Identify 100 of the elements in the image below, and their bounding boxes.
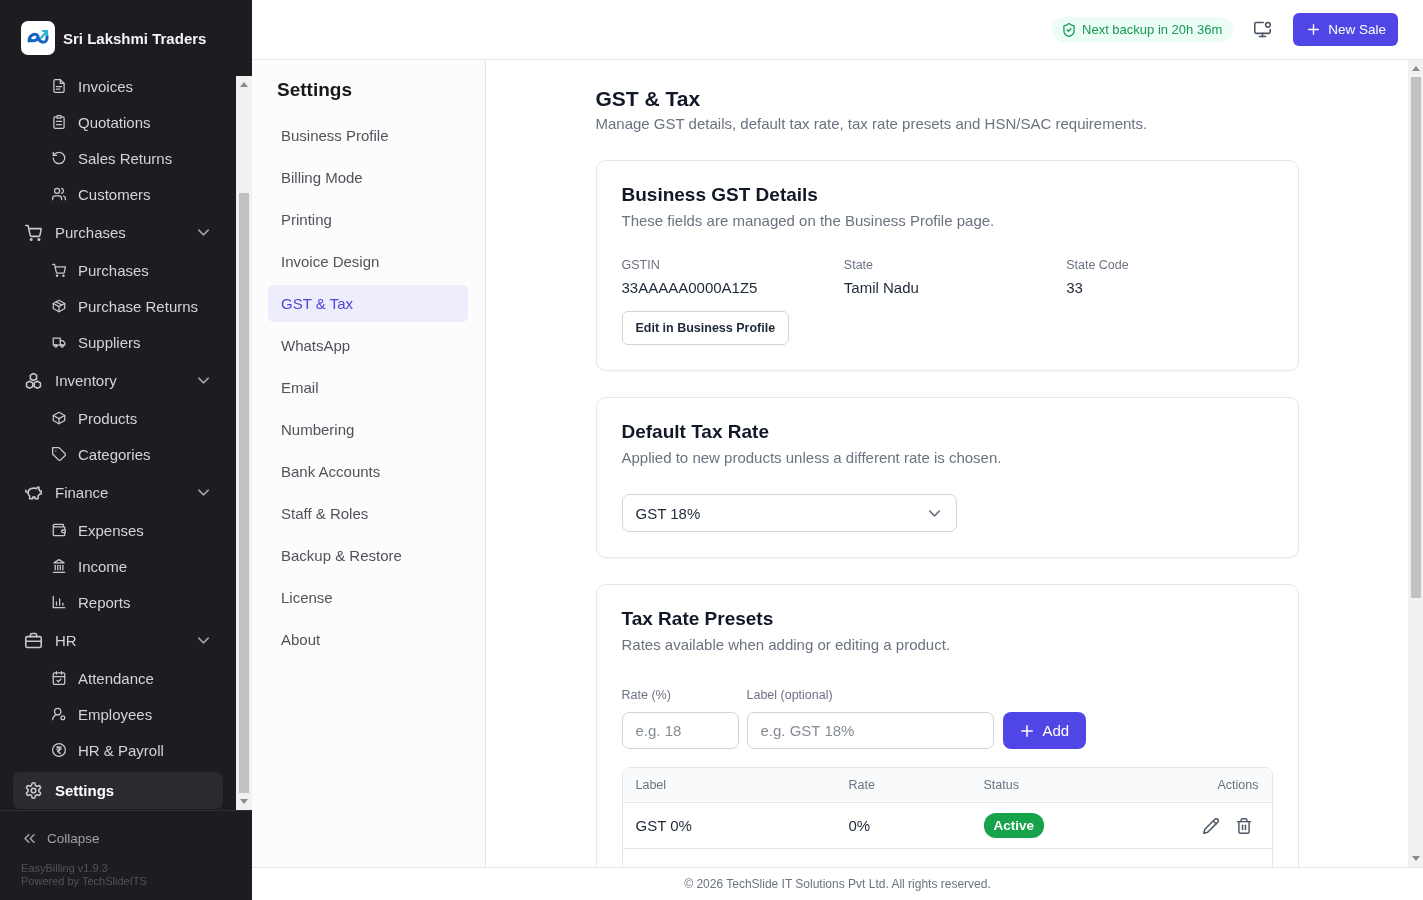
boxes-icon	[25, 372, 42, 389]
briefcase-icon	[25, 632, 42, 649]
settings-nav-item[interactable]: Billing Mode	[268, 159, 468, 196]
settings-nav-item[interactable]: License	[268, 579, 468, 616]
settings-nav-item[interactable]: GST & Tax	[268, 285, 468, 322]
coin-icon	[52, 743, 66, 757]
tax-rate-select[interactable]: GST 18%	[621, 494, 957, 532]
input-label: Rate (%)	[621, 687, 672, 703]
sidebar-item[interactable]: Sales Returns	[13, 140, 223, 176]
card-title: Default Tax Rate	[621, 420, 770, 444]
cart-icon	[52, 263, 66, 277]
scrollbar-thumb[interactable]	[1410, 77, 1421, 598]
sidebar-item[interactable]: Attendance	[13, 660, 223, 696]
calendar-check-icon	[52, 671, 66, 685]
arrow-up-icon[interactable]	[240, 82, 248, 87]
field-label: GSTIN	[621, 257, 661, 273]
table-cell-text: 0%	[847, 817, 872, 834]
settings-nav-item[interactable]: Business Profile	[268, 117, 468, 154]
field-value: Tamil Nadu	[843, 278, 920, 298]
rate-input[interactable]: e.g. 18	[621, 712, 739, 749]
package-icon	[52, 299, 66, 313]
arrow-up-icon[interactable]	[1411, 66, 1420, 71]
settings-nav-item[interactable]: Printing	[268, 201, 468, 238]
column-header: Label	[634, 778, 668, 792]
shield-check-icon	[1063, 22, 1075, 37]
settings-nav-item[interactable]: WhatsApp	[268, 327, 468, 364]
field-label: State Code	[1066, 257, 1130, 273]
version-text: EasyBilling v1.9.3	[21, 862, 109, 875]
card-description: These fields are managed on the Business Profile page.	[621, 211, 996, 231]
chevrons-left-icon	[24, 833, 35, 843]
label-input[interactable]: e.g. GST 18%	[746, 712, 994, 749]
backup-status-text: Next backup in 20h 36m	[1082, 22, 1223, 37]
user-icon	[52, 707, 66, 721]
bank-icon	[52, 559, 66, 573]
page-subtitle: Manage GST details, default tax rate, tax rate presets and HSN/SAC requirements.	[595, 114, 1149, 134]
sidebar-item[interactable]: Expenses	[13, 512, 223, 548]
settings-nav-item[interactable]: Bank Accounts	[268, 453, 468, 490]
column-header: Rate	[847, 778, 876, 792]
brand-name: Sri Lakshmi Traders	[63, 29, 207, 47]
sidebar-item[interactable]: Reports	[13, 584, 223, 620]
settings-nav-item[interactable]: Email	[268, 369, 468, 406]
scrollbar[interactable]	[236, 76, 252, 810]
settings-nav-item[interactable]: Numbering	[268, 411, 468, 448]
truck-icon	[52, 335, 66, 349]
sidebar-item[interactable]: Purchases	[13, 252, 223, 288]
sidebar-group-header[interactable]: Inventory	[13, 361, 223, 400]
arrow-down-icon[interactable]	[240, 799, 248, 804]
sidebar-item[interactable]: Suppliers	[13, 324, 223, 360]
file-icon	[52, 79, 66, 93]
cart-icon	[25, 224, 42, 241]
plus-icon	[1020, 724, 1033, 737]
column-header: Actions	[1216, 778, 1260, 792]
card-title: Business GST Details	[621, 183, 819, 207]
trash-icon[interactable]	[1235, 817, 1252, 834]
sidebar-item[interactable]: Quotations	[13, 104, 223, 140]
page-title: GST & Tax	[595, 86, 702, 112]
bar-chart-icon	[52, 595, 66, 609]
sidebar-item[interactable]: Categories	[13, 436, 223, 472]
scrollbar-thumb[interactable]	[239, 193, 249, 793]
column-header: Status	[982, 778, 1020, 792]
sidebar-group-header[interactable]: Purchases	[13, 213, 223, 252]
tag-icon	[52, 447, 66, 461]
card-description: Rates available when adding or editing a product.	[621, 635, 952, 655]
input-label: Label (optional)	[746, 687, 834, 703]
sidebar-item[interactable]: Employees	[13, 696, 223, 732]
sidebar-item[interactable]: HR & Payroll	[13, 732, 223, 768]
sidebar-group-header[interactable]: Finance	[13, 473, 223, 512]
scrollbar[interactable]	[1408, 60, 1423, 867]
settings-nav-item[interactable]: Backup & Restore	[268, 537, 468, 574]
copyright-text: © 2026 TechSlide IT Solutions Pvt Ltd. All rights reserved.	[684, 877, 991, 891]
logo-icon	[21, 21, 55, 55]
piggy-bank-icon	[25, 484, 42, 501]
sidebar-item[interactable]: Invoices	[13, 76, 223, 104]
settings-icon	[25, 782, 42, 799]
status-badge: Active	[983, 813, 1045, 838]
settings-nav-item[interactable]: Invoice Design	[268, 243, 468, 280]
pencil-icon[interactable]	[1202, 817, 1219, 834]
sidebar-item[interactable]: Income	[13, 548, 223, 584]
add-button[interactable]: Add	[1002, 712, 1087, 749]
settings-nav-item[interactable]: About	[268, 621, 468, 658]
field-value: 33AAAAA0000A1Z5	[621, 278, 759, 298]
sidebar-item[interactable]: Customers	[13, 176, 223, 212]
collapse-button[interactable]: Collapse	[21, 828, 100, 848]
arrow-down-icon[interactable]	[1411, 856, 1420, 861]
settings-nav-item[interactable]: Staff & Roles	[268, 495, 468, 532]
users-icon	[52, 187, 66, 201]
field-label: State	[843, 257, 874, 273]
chevron-down-icon	[928, 509, 940, 517]
edit-profile-button[interactable]: Edit in Business Profile	[621, 311, 790, 345]
sidebar-item[interactable]: Products	[13, 400, 223, 436]
sidebar-item[interactable]: Purchase Returns	[13, 288, 223, 324]
monitor-icon[interactable]	[1254, 21, 1272, 38]
settings-title: Settings	[276, 78, 353, 102]
card-description: Applied to new products unless a different rate is chosen.	[621, 448, 1003, 468]
box-icon	[52, 411, 66, 425]
undo-icon	[52, 151, 66, 165]
new-sale-button[interactable]: New Sale	[1293, 13, 1398, 46]
sidebar-group-header[interactable]: HR	[13, 621, 223, 660]
clipboard-icon	[52, 115, 66, 129]
sidebar-item[interactable]: Settings	[13, 772, 223, 809]
